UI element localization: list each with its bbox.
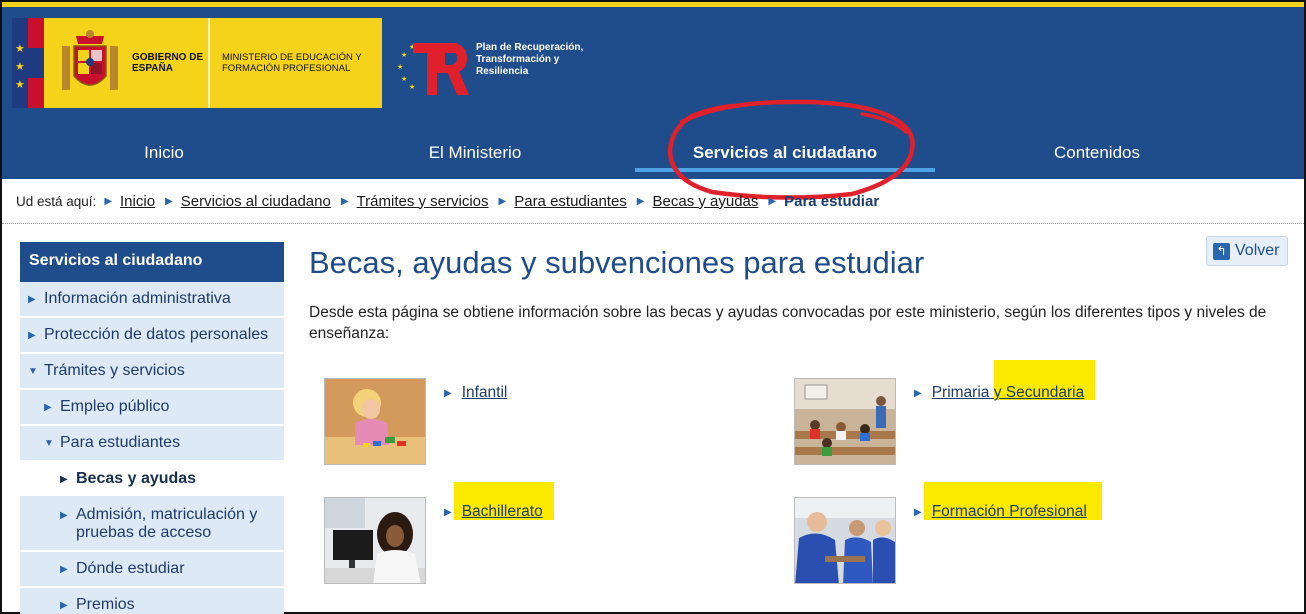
sidebar-item-donde-estudiar[interactable]: ▶ Dónde estudiar <box>20 552 284 588</box>
back-arrow-icon: ↰ <box>1213 242 1230 260</box>
primaria-secundaria-image[interactable] <box>794 378 896 465</box>
link-formacion-profesional[interactable]: ▶ Formación Profesional <box>914 503 1087 521</box>
svg-text:★: ★ <box>409 83 415 91</box>
spain-flag-icon: ★ ★ ★ <box>12 18 44 108</box>
sidebar: Servicios al ciudadano ▶ Información admi… <box>20 242 284 614</box>
bachillerato-image[interactable] <box>324 497 426 584</box>
chevron-right-icon: ▶ <box>104 195 113 207</box>
link-formacion-profesional-label[interactable]: Formación Profesional <box>932 503 1087 521</box>
sidebar-item-empleo-publico[interactable]: ▶ Empleo público <box>20 390 284 426</box>
sidebar-item-label: Becas y ayudas <box>76 470 197 487</box>
intro-text: Desde esta página se obtiene información… <box>309 304 1267 342</box>
chevron-right-icon: ▶ <box>768 195 777 207</box>
breadcrumb-link-servicios[interactable]: Servicios al ciudadano <box>181 193 331 210</box>
breadcrumb-link-becas[interactable]: Becas y ayudas <box>653 193 759 210</box>
sidebar-item-label: Premios <box>76 596 135 613</box>
recovery-plan-text: Plan de Recuperación, Transformación y R… <box>476 42 584 77</box>
sidebar-item-label: Para estudiantes <box>60 434 181 451</box>
ministerio-text: MINISTERIO DE EDUCACIÓN Y FORMACIÓN PROF… <box>222 52 362 74</box>
sidebar-item-label: Empleo público <box>60 398 170 415</box>
link-primaria-secundaria[interactable]: ▶ Primaria y Secundaria <box>914 384 1084 402</box>
chevron-right-icon: ▶ <box>165 195 173 207</box>
chevron-right-icon: ▶ <box>60 600 68 611</box>
svg-text:★: ★ <box>401 75 407 83</box>
government-logo[interactable]: ★ ★ ★ GOBIERNO DE ESPAÑA MINISTERIO DE E… <box>12 18 382 108</box>
chevron-right-icon: ▶ <box>28 330 36 341</box>
back-button-label: Volver <box>1235 242 1280 259</box>
site-header: ★ ★ ★ GOBIERNO DE ESPAÑA MINISTERIO DE E… <box>2 7 1304 179</box>
infantil-image[interactable] <box>324 378 426 465</box>
chevron-right-icon: ▶ <box>60 510 68 521</box>
chevron-right-icon: ▶ <box>28 294 36 305</box>
chevron-right-icon: ▶ <box>60 474 68 485</box>
sidebar-item-becas-ayudas[interactable]: ▶ Becas y ayudas <box>20 462 284 498</box>
sidebar-item-label: Información administrativa <box>44 290 231 307</box>
chevron-right-icon: ▶ <box>914 506 922 518</box>
back-button[interactable]: ↰ Volver <box>1206 236 1288 266</box>
chevron-right-icon: ▶ <box>444 506 452 518</box>
sidebar-item-admision[interactable]: ▶ Admisión, matriculación y pruebas de ac… <box>20 498 284 552</box>
sidebar-item-label: Admisión, matriculación y pruebas de acc… <box>76 506 258 541</box>
nav-label: El Ministerio <box>428 143 522 162</box>
coat-of-arms-icon <box>62 30 118 90</box>
nav-el-ministerio[interactable]: El Ministerio <box>325 127 625 179</box>
sidebar-item-proteccion-datos[interactable]: ▶ Protección de datos personales <box>20 318 284 354</box>
chevron-right-icon: ▶ <box>44 402 52 413</box>
chevron-right-icon: ▶ <box>636 195 645 207</box>
chevron-right-icon: ▶ <box>340 195 349 207</box>
nav-label: Servicios al ciudadano <box>692 143 878 162</box>
chevron-right-icon: ▶ <box>914 387 922 399</box>
svg-text:★: ★ <box>397 63 403 71</box>
formacion-profesional-image[interactable] <box>794 497 896 584</box>
main-nav: Inicio El Ministerio Servicios al ciudad… <box>2 127 1304 179</box>
breadcrumb-link-tramites[interactable]: Trámites y servicios <box>357 193 489 210</box>
sidebar-item-informacion[interactable]: ▶ Información administrativa <box>20 282 284 318</box>
logo-divider <box>208 18 210 108</box>
nav-contenidos[interactable]: Contenidos <box>947 127 1247 179</box>
sidebar-title[interactable]: Servicios al ciudadano <box>20 242 284 282</box>
link-infantil-label[interactable]: Infantil <box>462 384 508 402</box>
sidebar-item-para-estudiantes[interactable]: ▼ Para estudiantes <box>20 426 284 462</box>
sidebar-item-premios[interactable]: ▶ Premios <box>20 588 284 614</box>
link-bachillerato-label[interactable]: Bachillerato <box>462 503 543 521</box>
link-bachillerato[interactable]: ▶ Bachillerato <box>444 503 543 521</box>
chevron-down-icon: ▼ <box>28 366 38 377</box>
breadcrumb-label: Ud está aquí: <box>16 193 97 209</box>
chevron-down-icon: ▼ <box>44 438 54 449</box>
breadcrumb-link-para-estudiantes[interactable]: Para estudiantes <box>514 193 627 210</box>
sidebar-item-label: Dónde estudiar <box>76 560 185 577</box>
nav-servicios-al-ciudadano[interactable]: Servicios al ciudadano <box>635 127 935 179</box>
nav-label: Inicio <box>144 143 184 162</box>
link-infantil[interactable]: ▶ Infantil <box>444 384 507 402</box>
link-primaria-secundaria-label[interactable]: Primaria y Secundaria <box>932 384 1084 402</box>
breadcrumb-link-inicio[interactable]: Inicio <box>120 193 155 210</box>
chevron-right-icon: ▶ <box>60 564 68 575</box>
breadcrumb: Ud está aquí: ▶ Inicio ▶ Servicios al ci… <box>2 179 1304 224</box>
sidebar-item-label: Protección de datos personales <box>44 326 269 343</box>
recovery-plan-logo-icon[interactable]: ★★★★★ <box>397 37 477 99</box>
nav-inicio[interactable]: Inicio <box>14 127 314 179</box>
breadcrumb-current: Para estudiar <box>784 192 880 210</box>
chevron-right-icon: ▶ <box>444 387 452 399</box>
nav-label: Contenidos <box>1053 143 1140 162</box>
sidebar-item-label: Trámites y servicios <box>44 362 185 379</box>
chevron-right-icon: ▶ <box>498 195 507 207</box>
svg-text:★: ★ <box>401 51 407 59</box>
page-title: Becas, ayudas y subvenciones para estudi… <box>309 245 925 280</box>
sidebar-item-tramites[interactable]: ▼ Trámites y servicios <box>20 354 284 390</box>
